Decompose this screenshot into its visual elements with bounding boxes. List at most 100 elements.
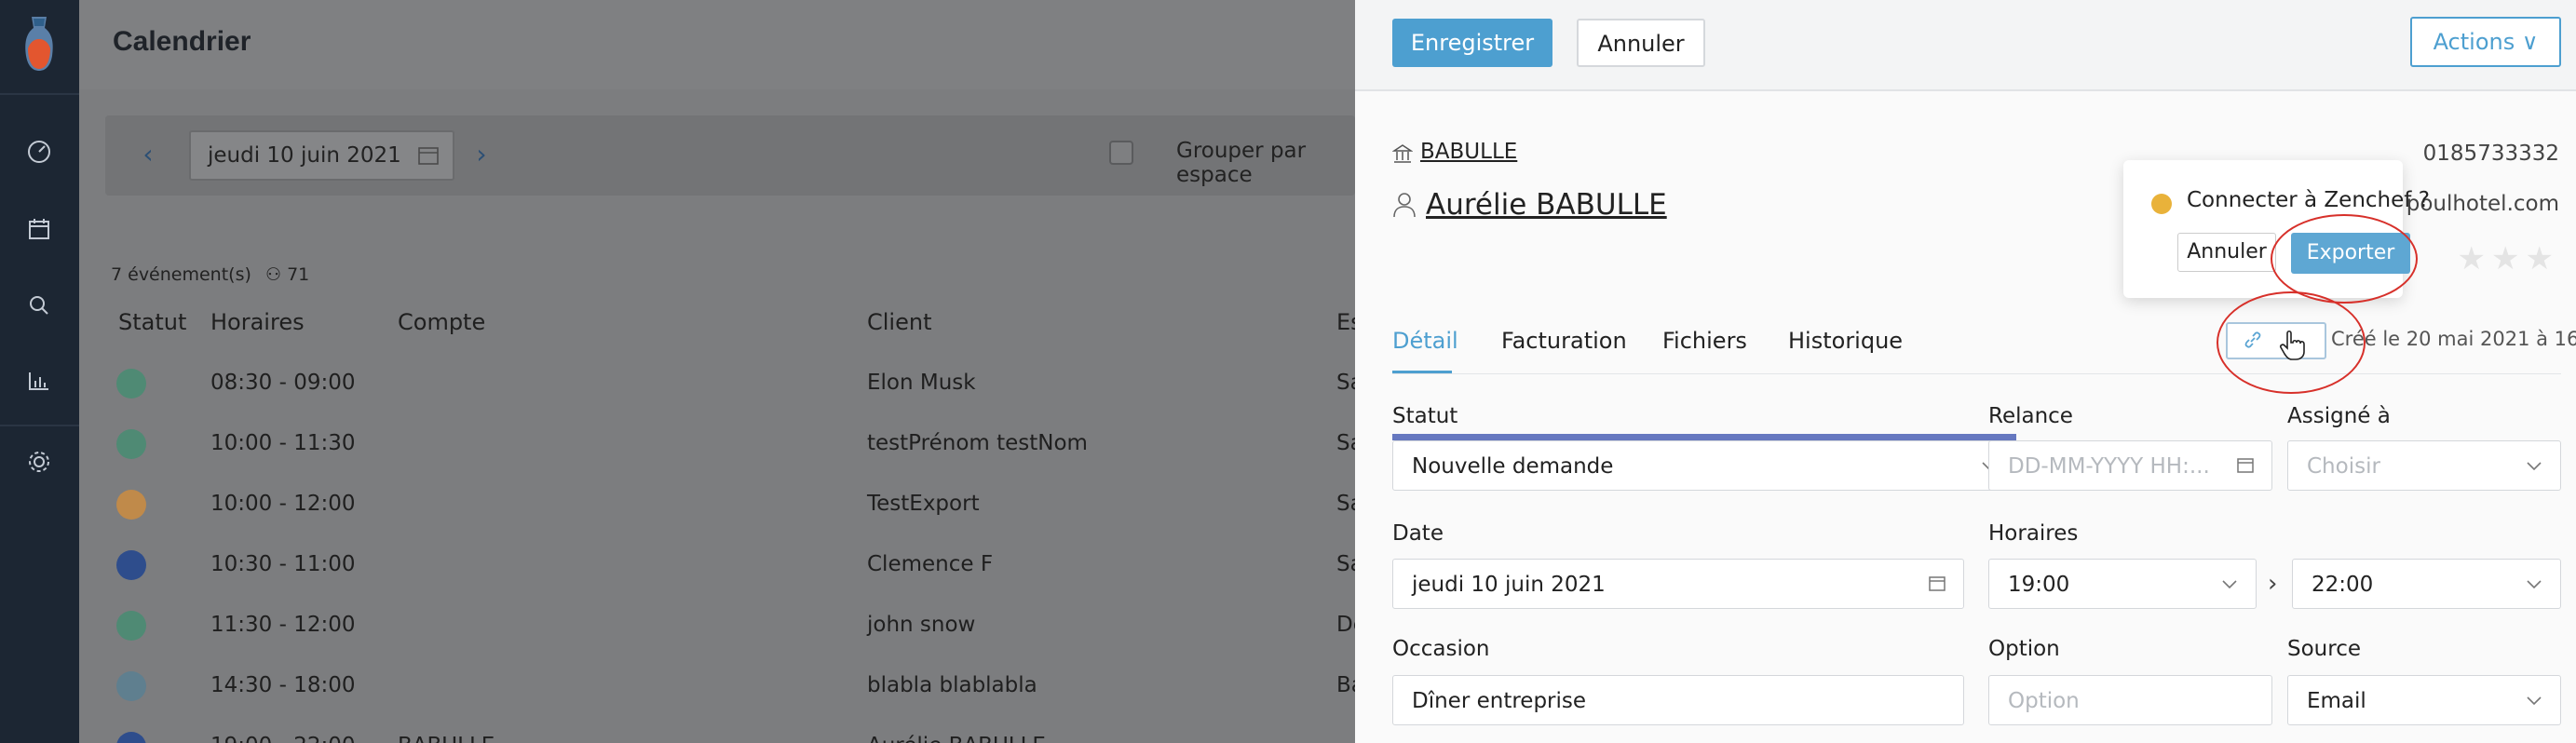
calendar-view: Calendrier ‹ jeudi 10 juin 2021 › Groupe… (79, 0, 1355, 743)
tab-history[interactable]: Historique (1788, 328, 1903, 354)
space-cell: Sa (1336, 371, 1355, 395)
option-placeholder: Option (2008, 689, 2080, 713)
date-label: Date (1392, 521, 1444, 546)
table-row[interactable]: 11:30 - 12:00 john snow De (79, 594, 1355, 655)
save-button[interactable]: Enregistrer (1392, 19, 1552, 67)
space-cell: Ba (1336, 673, 1355, 697)
user-icon (1393, 193, 1416, 218)
calendar-toolbar: ‹ jeudi 10 juin 2021 › Grouper par espac… (105, 115, 1355, 196)
app-root: Calendrier ‹ jeudi 10 juin 2021 › Groupe… (0, 0, 2576, 743)
start-time-value: 19:00 (2008, 573, 2070, 597)
occasion-input[interactable]: Dîner entreprise (1392, 675, 1964, 725)
assignee-select[interactable]: Choisir (2287, 440, 2561, 491)
popover-cancel-button[interactable]: Annuler (2177, 233, 2276, 272)
client-cell: Clemence F (867, 552, 994, 576)
status-dot (116, 429, 146, 459)
source-label: Source (2287, 637, 2361, 661)
chevron-down-icon (2527, 462, 2542, 471)
page-title: Calendrier (113, 26, 251, 57)
client-cell: TestExport (867, 492, 980, 516)
table-row[interactable]: 08:30 - 09:00 Elon Musk Sa (79, 352, 1355, 412)
left-sidebar (0, 0, 79, 743)
column-header-status[interactable]: Statut (118, 309, 186, 335)
people-count: ⚇ 71 (265, 264, 309, 285)
date-input[interactable]: jeudi 10 juin 2021 (1392, 559, 1964, 609)
stats-icon[interactable] (24, 365, 54, 395)
table-row[interactable]: 10:30 - 11:00 Clemence F Sa (79, 534, 1355, 594)
dashboard-icon[interactable] (24, 136, 54, 166)
date-picker[interactable]: jeudi 10 juin 2021 (189, 130, 454, 181)
time-cell: 08:30 - 09:00 (210, 371, 356, 395)
status-dot (116, 671, 146, 701)
account-link[interactable]: BABULLE (1420, 140, 1517, 164)
source-select-value: Email (2307, 689, 2366, 713)
column-header-time[interactable]: Horaires (210, 309, 305, 335)
time-cell: 11:30 - 12:00 (210, 613, 356, 637)
option-input[interactable]: Option (1988, 675, 2272, 725)
date-input-value: jeudi 10 juin 2021 (1412, 573, 1606, 597)
next-day-button[interactable]: › (463, 134, 500, 175)
column-header-client[interactable]: Client (867, 309, 931, 335)
table-row[interactable]: 19:00 - 22:00 BABULLE Aurélie BABULLE (79, 715, 1355, 743)
status-label: Statut (1392, 404, 1458, 428)
assignee-label: Assigné à (2287, 404, 2391, 428)
date-picker-value: jeudi 10 juin 2021 (208, 143, 401, 168)
space-cell: De (1336, 613, 1355, 637)
column-header-account[interactable]: Compte (398, 309, 485, 335)
option-label: Option (1988, 637, 2060, 661)
highlight-ring (2271, 214, 2418, 304)
contact-name-link[interactable]: Aurélie BABULLE (1426, 188, 1667, 222)
status-dot (116, 611, 146, 641)
tabs-divider (1392, 373, 2561, 374)
tab-files[interactable]: Fichiers (1662, 328, 1747, 354)
time-label: Horaires (1988, 521, 2079, 546)
space-cell: Sa (1336, 431, 1355, 455)
space-cell: Sa (1336, 552, 1355, 576)
group-by-space-label: Grouper par espace (1176, 139, 1307, 187)
actions-dropdown-button[interactable]: Actions ∨ (2410, 17, 2561, 67)
source-select[interactable]: Email (2287, 675, 2561, 725)
end-time-value: 22:00 (2312, 573, 2374, 597)
chevron-down-icon (2527, 696, 2542, 706)
client-cell: testPrénom testNom (867, 431, 1088, 455)
active-tab-indicator (1392, 371, 1452, 373)
settings-gear-icon[interactable] (24, 447, 54, 477)
reminder-datetime-input[interactable]: DD-MM-YYYY HH:... (1988, 440, 2272, 491)
created-date: Créé le 20 mai 2021 à 16:51 (2331, 328, 2576, 350)
status-dot (116, 490, 146, 520)
calendar-icon[interactable] (24, 214, 54, 244)
assignee-placeholder: Choisir (2307, 454, 2380, 479)
status-dot (116, 732, 146, 743)
cancel-button[interactable]: Annuler (1577, 19, 1705, 67)
table-row[interactable]: 14:30 - 18:00 blabla blablabla Ba (79, 655, 1355, 715)
sidebar-divider (0, 93, 79, 95)
table-row[interactable]: 10:00 - 11:30 testPrénom testNom Sa (79, 412, 1355, 473)
client-cell: blabla blablabla (867, 673, 1037, 697)
people-count-value: 71 (287, 264, 310, 285)
search-icon[interactable] (24, 290, 54, 320)
warning-icon (2151, 194, 2172, 214)
panel-toolbar: Enregistrer Annuler Actions ∨ (1355, 0, 2576, 91)
time-cell: 14:30 - 18:00 (210, 673, 356, 697)
group-by-space-checkbox[interactable] (1109, 141, 1133, 165)
calendar-icon (1929, 576, 1946, 591)
client-cell: Aurélie BABULLE (867, 734, 1046, 743)
status-select-value: Nouvelle demande (1412, 454, 1614, 479)
end-time-select[interactable]: 22:00 (2292, 559, 2561, 609)
status-color-bar (1392, 434, 2016, 440)
tab-detail[interactable]: Détail (1392, 328, 1458, 354)
time-cell: 10:30 - 11:00 (210, 552, 356, 576)
chevron-down-icon (2527, 580, 2542, 589)
space-cell: Sa (1336, 492, 1355, 516)
start-time-select[interactable]: 19:00 (1988, 559, 2257, 609)
reminder-placeholder: DD-MM-YYYY HH:... (2008, 454, 2210, 479)
tab-billing[interactable]: Facturation (1501, 328, 1627, 354)
account-cell: BABULLE (398, 734, 495, 743)
phone-number: 0185733332 (2422, 142, 2559, 166)
rating-stars[interactable]: ★★★ (2458, 240, 2559, 277)
status-select[interactable]: Nouvelle demande (1392, 440, 2016, 491)
time-cell: 10:00 - 11:30 (210, 431, 356, 455)
column-header-space[interactable]: Es (1336, 309, 1355, 335)
table-row[interactable]: 10:00 - 12:00 TestExport Sa (79, 473, 1355, 534)
prev-day-button[interactable]: ‹ (129, 134, 167, 175)
